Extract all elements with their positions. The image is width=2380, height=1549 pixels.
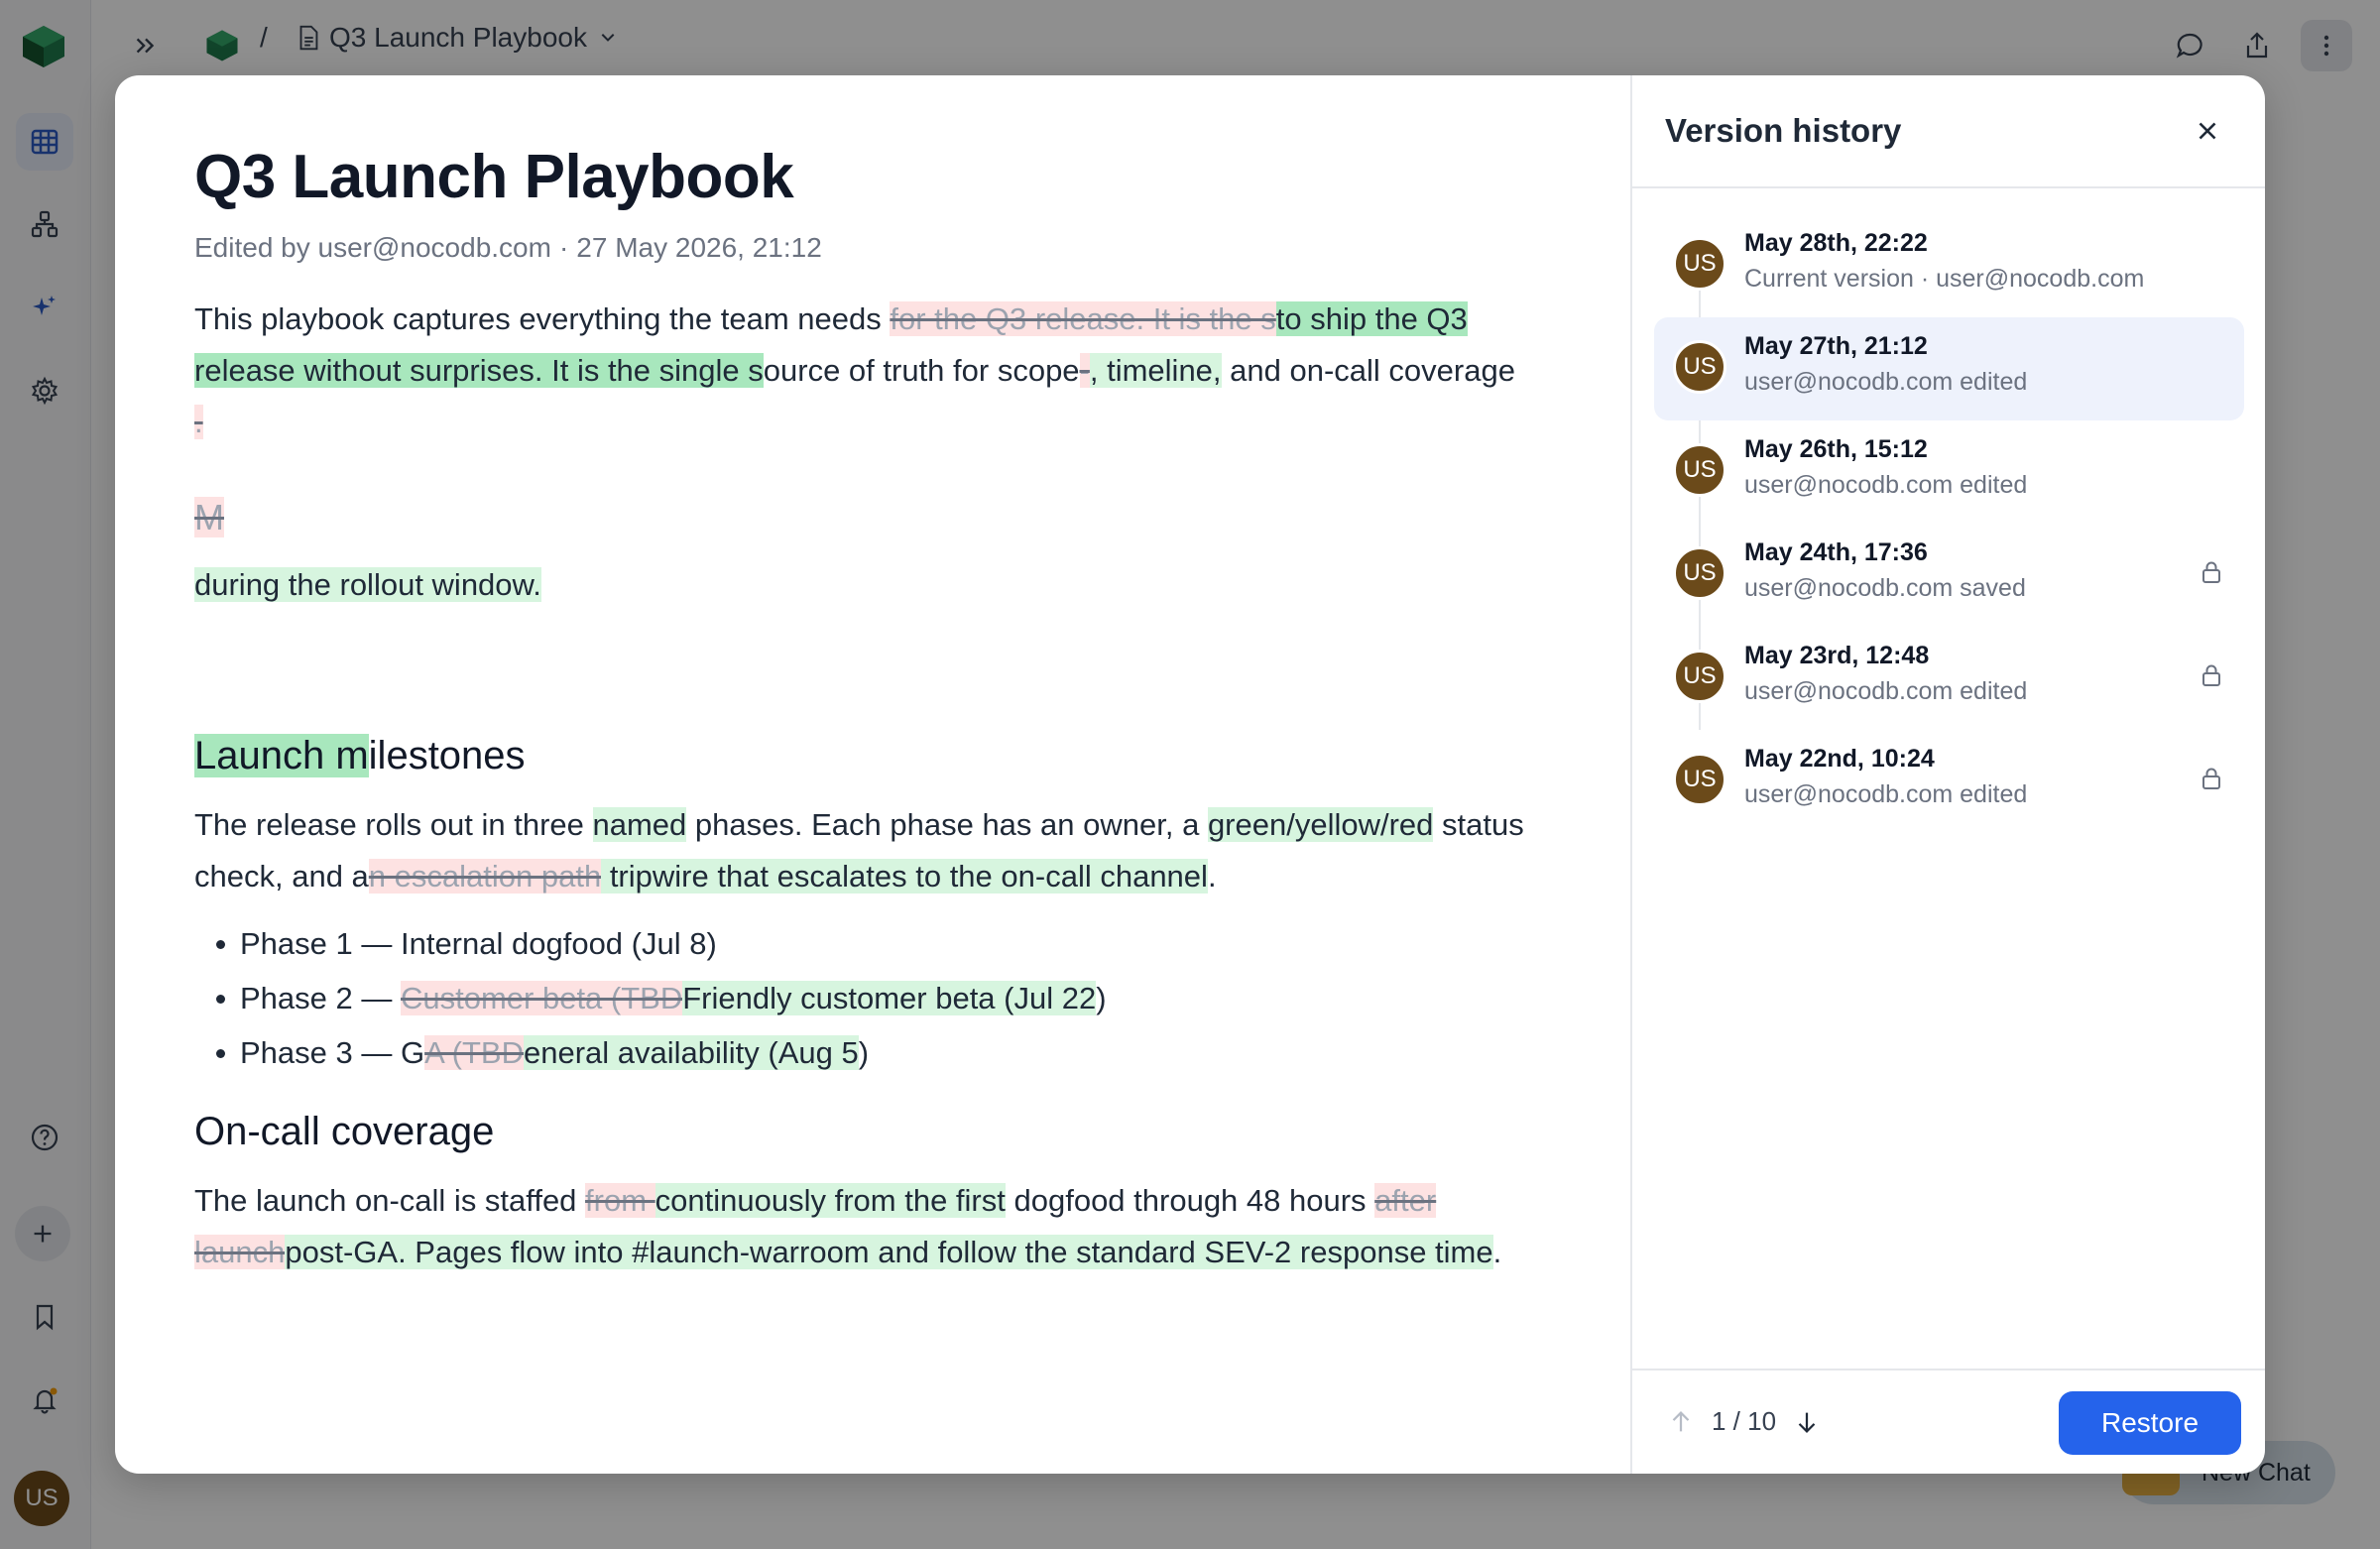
document-preview: Q3 Launch Playbook Edited by user@nocodb…: [115, 75, 1630, 1474]
version-item[interactable]: US May 24th, 17:36 user@nocodb.com saved: [1654, 524, 2244, 627]
version-date: May 27th, 21:12: [1744, 332, 1928, 360]
version-list: US May 28th, 22:22 Current version · use…: [1654, 214, 2244, 833]
avatar: US: [1673, 237, 1726, 291]
version-subtitle: user@nocodb.com edited: [1744, 780, 2028, 808]
avatar: US: [1673, 753, 1726, 806]
version-subtitle: user@nocodb.com edited: [1744, 471, 2028, 499]
avatar: US: [1673, 546, 1726, 600]
diff-insertion: eneral availability (Aug 5: [524, 1035, 859, 1071]
panel-title: Version history: [1665, 112, 1902, 149]
version-date: May 26th, 15:12: [1744, 435, 1928, 463]
avatar: US: [1673, 340, 1726, 394]
doc-title: Q3 Launch Playbook: [194, 143, 794, 211]
version-date: May 24th, 17:36: [1744, 538, 1928, 566]
paragraph-milestones: The release rolls out in three named pha…: [194, 799, 1573, 902]
diff-deletion: Customer beta (TBD: [400, 981, 683, 1016]
version-date: May 28th, 22:22: [1744, 229, 1928, 257]
version-history-modal: Q3 Launch Playbook Edited by user@nocodb…: [115, 75, 2265, 1474]
doc-meta-editor: Edited by user@nocodb.com: [194, 232, 551, 264]
version-subtitle: user@nocodb.com saved: [1744, 574, 2026, 602]
diff-insertion: green/yellow/red: [1207, 807, 1434, 843]
arrow-down-icon[interactable]: [1792, 1407, 1822, 1437]
diff-insertion: during the rollout window.: [194, 567, 541, 603]
restore-button[interactable]: Restore: [2059, 1391, 2241, 1455]
version-pager: 1 / 10: [1666, 1406, 1822, 1437]
diff-insertion: continuously from the first: [654, 1183, 1006, 1219]
close-button[interactable]: [2190, 113, 2225, 149]
list-item: Phase 3 — GA (TBDeneral availability (Au…: [194, 1025, 1573, 1080]
diff-insertion: named: [592, 807, 687, 843]
paragraph-rollout: during the rollout window.: [194, 559, 1573, 611]
text: ilestones: [368, 734, 526, 778]
doc-meta: Edited by user@nocodb.com · 27 May 2026, 2…: [194, 232, 1573, 264]
paragraph-on-call: The launch on-call is staffed from conti…: [194, 1175, 1573, 1278]
lock-icon: [2202, 768, 2220, 789]
version-subtitle: Current version · user@nocodb.com: [1744, 265, 2145, 293]
version-subtitle: user@nocodb.com edited: [1744, 677, 2028, 705]
text: .: [1207, 859, 1217, 894]
diff-insertion: tripwire that escalates to the on-call c…: [601, 859, 1208, 894]
diff-insertion: post-GA. Pages flow into #launch-warroom…: [285, 1235, 1493, 1270]
version-subtitle: user@nocodb.com edited: [1744, 368, 2028, 396]
text: The release rolls out in three: [194, 807, 593, 843]
diff-deletion: A (TBD: [424, 1035, 524, 1071]
text: ): [1096, 981, 1107, 1016]
diff-deletion: for the Q3 release. It is the s: [890, 301, 1276, 337]
diff-deletion: -: [1079, 353, 1090, 389]
diff-insertion: , timeline,: [1089, 353, 1222, 389]
arrow-up-icon[interactable]: [1666, 1407, 1696, 1437]
list-item: Phase 2 — Customer beta (TBDFriendly cus…: [194, 971, 1573, 1025]
paragraph-deleted-heading: M: [194, 492, 1573, 543]
text: dogfood through 48 hours: [1005, 1183, 1375, 1219]
text: Phase 3 — G: [240, 1035, 425, 1071]
text: and on-call coverage: [1221, 353, 1515, 389]
heading-on-call-coverage: On-call coverage: [194, 1110, 495, 1154]
text: Phase 2 —: [240, 981, 401, 1016]
version-item[interactable]: US May 26th, 15:12 user@nocodb.com edite…: [1654, 420, 2244, 524]
close-icon: [2199, 122, 2216, 140]
text: Phase 1 — Internal dogfood (Jul 8): [240, 926, 717, 962]
avatar: US: [1673, 650, 1726, 703]
diff-insertion: Launch m: [194, 734, 369, 778]
lock-icon: [2202, 664, 2220, 686]
doc-meta-separator: ·: [558, 232, 569, 264]
version-history-panel: Version history US May 28th, 22:22 Curre…: [1630, 75, 2265, 1474]
text: This playbook captures everything the te…: [194, 301, 891, 337]
text: The launch on-call is staffed: [194, 1183, 586, 1219]
diff-deletion: from: [585, 1183, 655, 1219]
pager-count: 1 / 10: [1712, 1406, 1777, 1436]
doc-meta-date: 27 May 2026, 21:12: [576, 232, 822, 264]
panel-header: Version history: [1632, 75, 2265, 188]
list-item: Phase 1 — Internal dogfood (Jul 8): [194, 916, 1573, 971]
diff-deletion: M: [194, 497, 224, 538]
text: phases. Each phase has an owner, a: [686, 807, 1208, 843]
version-item[interactable]: US May 22nd, 10:24 user@nocodb.com edite…: [1654, 730, 2244, 833]
version-date: May 23rd, 12:48: [1744, 642, 1930, 669]
version-item[interactable]: US May 28th, 22:22 Current version · use…: [1654, 214, 2244, 317]
lock-icon: [2202, 561, 2220, 583]
paragraph-intro: This playbook captures everything the te…: [194, 294, 1573, 397]
paragraph-deleted-dot: .: [194, 397, 1573, 448]
panel-footer: 1 / 10 Restore: [1632, 1369, 2265, 1474]
avatar: US: [1673, 443, 1726, 497]
text: ource of truth for scope: [763, 353, 1080, 389]
phase-list: Phase 1 — Internal dogfood (Jul 8) Phase…: [194, 916, 1573, 1080]
heading-launch-milestones: Launch milestones: [194, 730, 1573, 781]
diff-deletion: n escalation path: [368, 859, 602, 894]
text: ): [858, 1035, 870, 1071]
diff-insertion: Friendly customer beta (Jul 22: [682, 981, 1097, 1016]
diff-deletion: .: [194, 405, 203, 440]
version-item-selected[interactable]: US May 27th, 21:12 user@nocodb.com edite…: [1654, 317, 2244, 420]
version-date: May 22nd, 10:24: [1744, 745, 1935, 773]
version-item[interactable]: US May 23rd, 12:48 user@nocodb.com edite…: [1654, 627, 2244, 730]
text: .: [1492, 1235, 1502, 1270]
